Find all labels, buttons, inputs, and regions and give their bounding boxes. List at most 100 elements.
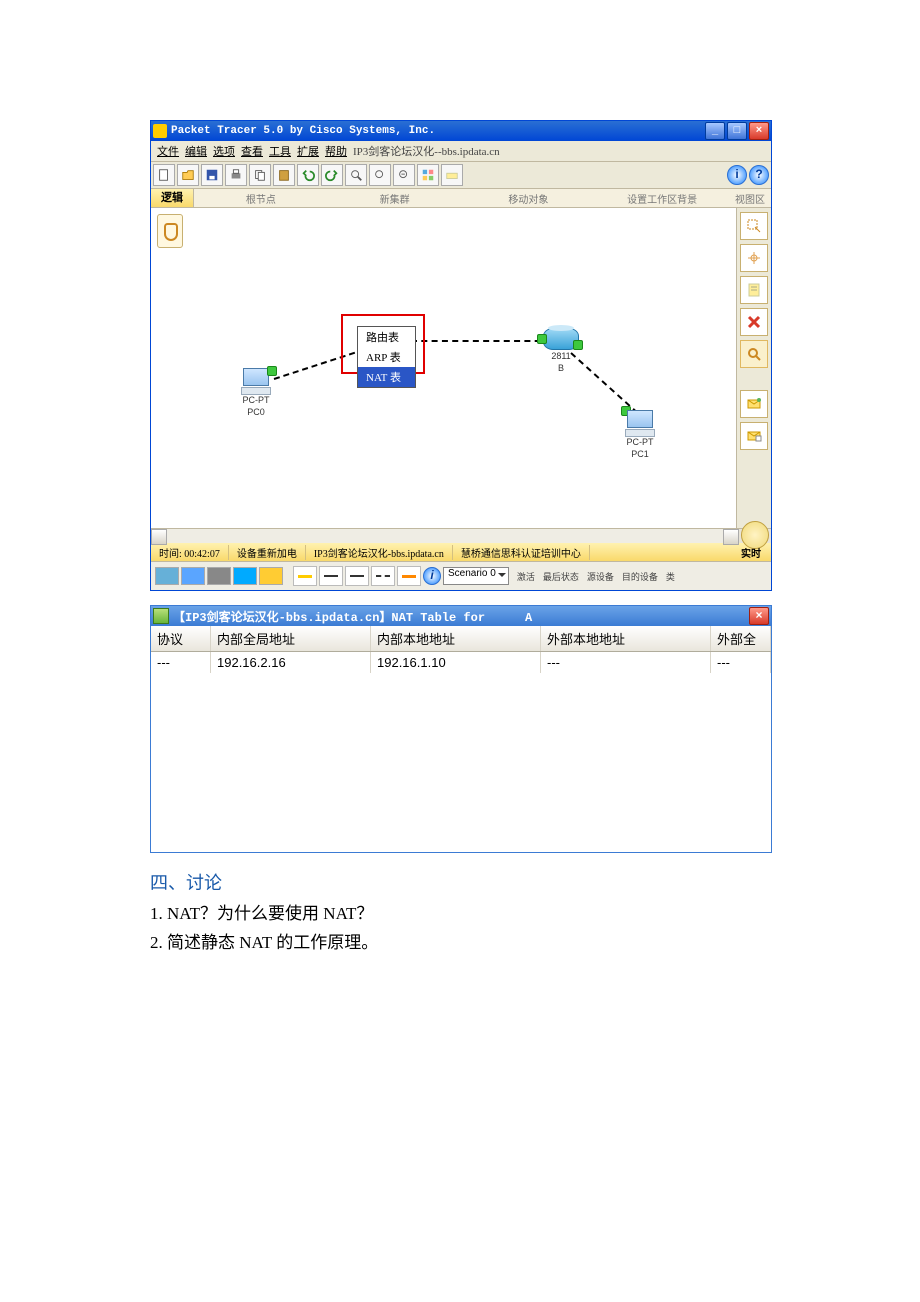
add-simple-pdu-icon[interactable] (740, 390, 768, 418)
copy-icon[interactable] (249, 164, 271, 186)
scenario-info-icon[interactable]: i (423, 567, 441, 585)
col-inside-global[interactable]: 内部全局地址 (211, 626, 371, 651)
window-titlebar[interactable]: Packet Tracer 5.0 by Cisco Systems, Inc.… (151, 121, 771, 141)
right-tool-palette (737, 208, 771, 528)
zoom-in-icon[interactable] (345, 164, 367, 186)
menu-item-routing-table[interactable]: 路由表 (358, 327, 415, 347)
device-category-group (155, 567, 283, 585)
nat-window-icon (153, 608, 169, 624)
inspect-tool-icon[interactable] (740, 340, 768, 368)
table-row[interactable]: --- 192.16.2.16 192.16.1.10 --- --- (151, 652, 771, 673)
node-pc1-type: PC-PT (625, 438, 655, 448)
root-node-label[interactable]: 根节点 (194, 191, 328, 206)
scroll-right-icon[interactable] (723, 529, 739, 545)
realtime-tab[interactable]: 实时 (731, 545, 771, 560)
nat-window-titlebar[interactable]: 【IP3剑客论坛汉化-bbs.ipdata.cn】NAT Table forA … (151, 606, 771, 626)
status-bar: 时间: 00:42:07 设备重新加电 IP3剑客论坛汉化-bbs.ipdata… (151, 543, 771, 561)
save-icon[interactable] (201, 164, 223, 186)
connection-group (293, 566, 421, 586)
device-routers-icon[interactable] (155, 567, 179, 585)
window-title: Packet Tracer 5.0 by Cisco Systems, Inc. (171, 125, 705, 137)
menu-tools[interactable]: 工具 (269, 143, 291, 159)
col-protocol[interactable]: 协议 (151, 626, 211, 651)
topology-canvas[interactable]: PC-PT PC0 路由表 ARP 表 NAT 表 2811 B (151, 208, 737, 528)
maximize-button[interactable]: □ (727, 122, 747, 140)
auto-connect-icon[interactable] (293, 566, 317, 586)
console-cable-icon[interactable] (319, 566, 343, 586)
menu-item-nat-table[interactable]: NAT 表 (358, 367, 415, 387)
power-cycle-button[interactable]: 设备重新加电 (229, 545, 306, 560)
scenario-select[interactable]: Scenario 0 (443, 567, 509, 585)
move-tool-icon[interactable] (740, 244, 768, 272)
nat-table-header: 协议 内部全局地址 内部本地地址 外部本地地址 外部全 (151, 626, 771, 652)
new-cluster-label[interactable]: 新集群 (328, 191, 462, 206)
node-pc0-name: PC0 (241, 408, 271, 418)
scroll-left-icon[interactable] (151, 529, 167, 545)
nat-table-window: 【IP3剑客论坛汉化-bbs.ipdata.cn】NAT Table forA … (150, 605, 772, 853)
node-pc0[interactable]: PC-PT PC0 (241, 368, 271, 418)
crossover-cable-icon[interactable] (371, 566, 395, 586)
col-inside-local[interactable]: 内部本地地址 (371, 626, 541, 651)
delete-tool-icon[interactable] (740, 308, 768, 336)
workspace-bar: 逻辑 根节点 新集群 移动对象 设置工作区背景 视图区 (151, 189, 771, 208)
zoom-reset-icon[interactable] (369, 164, 391, 186)
node-pc0-type: PC-PT (241, 396, 271, 406)
node-pc1-name: PC1 (625, 450, 655, 460)
scroll-track[interactable] (167, 529, 723, 543)
menu-help[interactable]: 帮助 (325, 143, 347, 159)
set-background-label[interactable]: 设置工作区背景 (595, 191, 729, 206)
note-icon[interactable] (441, 164, 463, 186)
device-connections-icon[interactable] (259, 567, 283, 585)
note-tool-icon[interactable] (740, 276, 768, 304)
device-hubs-icon[interactable] (207, 567, 231, 585)
discussion-q1: 1. NAT？为什么要使用 NAT？ (150, 899, 770, 924)
zoom-out-icon[interactable] (393, 164, 415, 186)
viewport-label[interactable]: 视图区 (729, 191, 771, 206)
navigation-tree-icon[interactable] (157, 214, 183, 248)
menu-file[interactable]: 文件 (157, 143, 179, 159)
minimize-button[interactable]: _ (705, 122, 725, 140)
fiber-cable-icon[interactable] (397, 566, 421, 586)
main-toolbar: i ? (151, 162, 771, 189)
pc-icon (625, 410, 655, 436)
nat-table-body: --- 192.16.2.16 192.16.1.10 --- --- (151, 652, 771, 852)
undo-icon[interactable] (297, 164, 319, 186)
col-outside-global[interactable]: 外部全 (711, 626, 771, 651)
col-outside-local[interactable]: 外部本地地址 (541, 626, 711, 651)
router-context-menu: 路由表 ARP 表 NAT 表 (357, 326, 416, 388)
add-complex-pdu-icon[interactable] (740, 422, 768, 450)
print-icon[interactable] (225, 164, 247, 186)
menu-edit[interactable]: 编辑 (185, 143, 207, 159)
redo-icon[interactable] (321, 164, 343, 186)
node-pc1[interactable]: PC-PT PC1 (625, 410, 655, 460)
discussion-q2: 2. 简述静态 NAT 的工作原理。 (150, 928, 770, 953)
menu-extensions[interactable]: 扩展 (297, 143, 319, 159)
device-switches-icon[interactable] (181, 567, 205, 585)
canvas-scrollbar[interactable] (151, 528, 771, 543)
grid-icon[interactable] (417, 164, 439, 186)
open-file-icon[interactable] (177, 164, 199, 186)
status-center: 慧桥通信思科认证培训中心 (453, 545, 590, 560)
menu-view[interactable]: 查看 (241, 143, 263, 159)
nat-close-button[interactable]: × (749, 607, 769, 625)
cell-inside-local: 192.16.1.10 (371, 652, 541, 673)
move-object-label[interactable]: 移动对象 (462, 191, 596, 206)
menu-item-arp-table[interactable]: ARP 表 (358, 347, 415, 367)
cell-outside-local: --- (541, 652, 711, 673)
menu-options[interactable]: 选项 (213, 143, 235, 159)
close-button[interactable]: × (749, 122, 769, 140)
select-tool-icon[interactable] (740, 212, 768, 240)
paste-icon[interactable] (273, 164, 295, 186)
info-button[interactable]: i (727, 165, 747, 185)
logical-tab[interactable]: 逻辑 (151, 189, 194, 207)
discussion-heading: 四、讨论 (150, 869, 770, 895)
help-button[interactable]: ? (749, 165, 769, 185)
cell-proto: --- (151, 652, 211, 673)
node-routerB-type: 2811 (543, 352, 579, 362)
device-wireless-icon[interactable] (233, 567, 257, 585)
node-router-b[interactable]: 2811 B (543, 328, 579, 374)
cell-inside-global: 192.16.2.16 (211, 652, 371, 673)
link-light-icon (573, 340, 583, 350)
straight-cable-icon[interactable] (345, 566, 369, 586)
new-file-icon[interactable] (153, 164, 175, 186)
